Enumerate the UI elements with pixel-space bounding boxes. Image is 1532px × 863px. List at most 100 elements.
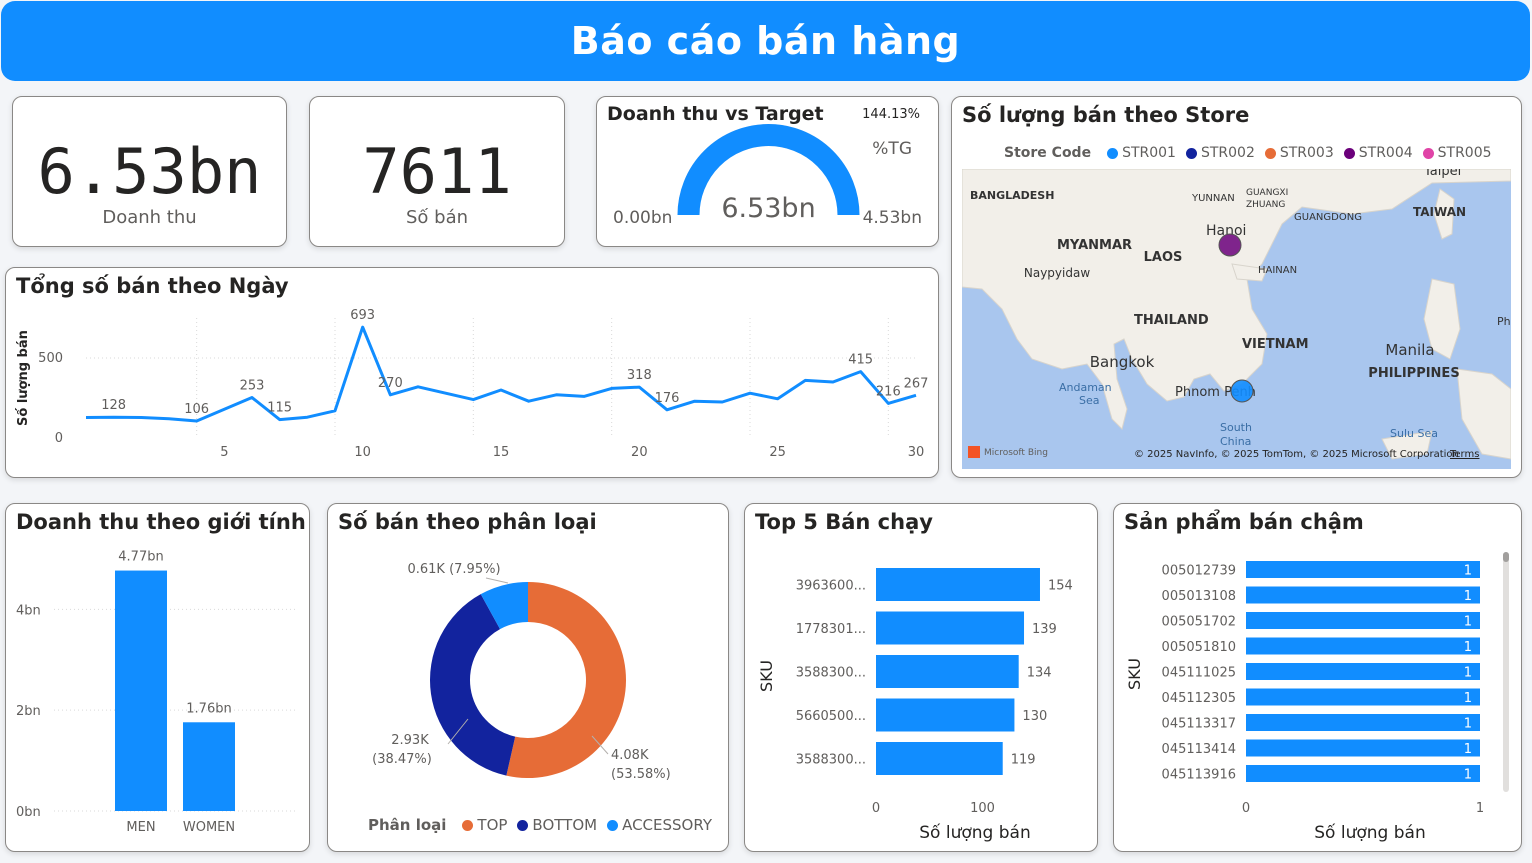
slow-bar[interactable] [1246, 714, 1480, 731]
category-card[interactable]: Số bán theo phân loại 4.08K (53.58%) 2.93K… [327, 503, 729, 852]
daily-sales-chart[interactable]: Số lượng bán 0 500 5 10 15 20 25 30 128 106 253115… [6, 268, 939, 478]
slow-bar[interactable] [1246, 561, 1480, 578]
map-place-label: Ph [1497, 315, 1511, 328]
top5-category-label: 3588300... [796, 666, 866, 681]
slow-bar[interactable] [1246, 765, 1480, 782]
top5-chart[interactable]: SKU Số lượng bán 0 100 3963600... 154 177830… [745, 504, 1098, 852]
map-place-label: LAOS [1144, 250, 1183, 265]
store-legend-dot [1185, 147, 1197, 159]
store-legend-label[interactable]: STR004 [1359, 145, 1413, 161]
top5-bar[interactable] [876, 742, 1003, 775]
slow-xtick: 1 [1476, 801, 1484, 816]
category-legend-dot [462, 819, 474, 831]
map-place-label: Sea [1079, 394, 1100, 407]
slow-category-label: 045113414 [1162, 742, 1236, 757]
map-place-label: Manila [1385, 341, 1434, 359]
slow-data-label: 1 [1464, 640, 1472, 655]
slow-bar[interactable] [1246, 663, 1480, 680]
slow-bar[interactable] [1246, 739, 1480, 757]
slow-xtick: 0 [1242, 801, 1250, 816]
slow-category-label: 045111025 [1162, 666, 1236, 681]
category-legend-dot [607, 819, 619, 831]
kpi-card-sales[interactable]: 7611 Số bán [309, 96, 565, 247]
map-place-label: THAILAND [1134, 313, 1209, 328]
store-legend-label[interactable]: STR002 [1201, 145, 1255, 161]
daily-data-label: 415 [848, 353, 873, 368]
category-donut-chart[interactable]: 4.08K (53.58%) 2.93K (38.47%) 0.61K (7.95%) [328, 504, 729, 852]
category-legend-label[interactable]: BOTTOM [532, 816, 597, 834]
slow-data-label: 1 [1464, 742, 1472, 757]
gender-data-label: 4.77bn [118, 550, 163, 565]
map-place-label: Bangkok [1090, 353, 1155, 371]
top5-bar[interactable] [876, 698, 1015, 732]
daily-ytick: 0 [55, 431, 63, 446]
daily-data-label: 128 [101, 398, 126, 413]
slow-data-label: 1 [1464, 717, 1472, 732]
daily-xtick: 5 [220, 445, 228, 460]
kpi-sales-label: Số bán [405, 207, 469, 228]
store-bubble-str004[interactable] [1218, 233, 1242, 257]
slow-category-label: 005013108 [1162, 589, 1236, 604]
category-leader-line [485, 577, 509, 584]
map-place-label: GUANGXI [1246, 188, 1288, 198]
slow-bar[interactable] [1246, 688, 1480, 706]
slow-scrollbar-thumb[interactable] [1503, 552, 1509, 562]
top5-bar[interactable] [876, 611, 1025, 645]
map-place-label: MYANMAR [1057, 238, 1132, 253]
store-map-title: Số lượng bán theo Store [962, 103, 1250, 127]
daily-xtick: 10 [354, 445, 371, 460]
map-place-label: VIETNAM [1242, 337, 1309, 352]
map-terms-link[interactable]: Terms [1449, 449, 1479, 460]
daily-data-label: 270 [378, 376, 403, 391]
gender-data-label: 1.76bn [186, 701, 231, 716]
store-map[interactable]: BANGLADESH YUNNAN GUANGXI ZHUANG GUANGDONG Ta… [962, 169, 1511, 469]
daily-sales-card[interactable]: Tổng số bán theo Ngày Số lượng bán 0 500 5… [5, 267, 939, 478]
store-map-card[interactable]: Số lượng bán theo Store Store Code STR00… [951, 96, 1522, 478]
store-map-legend: Store Code STR001 STR002 STR003 STR004 STR00… [1004, 145, 1492, 161]
store-legend-label[interactable]: STR005 [1438, 145, 1492, 161]
top5-card[interactable]: Top 5 Bán chạy SKU Số lượng bán 0 100 3963… [744, 503, 1098, 852]
category-data-label: 4.08K [611, 748, 649, 763]
gender-ytick: 0bn [16, 805, 41, 820]
map-place-label: Taipei [1423, 169, 1461, 179]
category-legend-title: Phân loại [368, 816, 447, 834]
top5-bar[interactable] [876, 655, 1019, 688]
gauge-card[interactable]: Doanh thu vs Target 144.13% %TG 6.53bn 0… [596, 96, 939, 247]
gender-category-label: WOMEN [183, 820, 235, 835]
gender-ytick: 2bn [16, 704, 41, 719]
map-place-label: YUNNAN [1191, 193, 1235, 204]
slow-category-label: 045113317 [1162, 717, 1236, 732]
slow-bar[interactable] [1246, 612, 1480, 629]
top5-bar[interactable] [876, 568, 1040, 601]
gender-bar[interactable] [183, 722, 235, 811]
slow-category-label: 005051702 [1162, 615, 1236, 630]
slow-card[interactable]: Sản phẩm bán chậm SKU Số lượng bán 0 1 005… [1113, 503, 1522, 852]
gender-card[interactable]: Doanh thu theo giới tính 0bn 2bn 4bn 4.77bn… [5, 503, 310, 852]
map-place-label: GUANGDONG [1294, 212, 1362, 223]
slow-data-label: 1 [1464, 589, 1472, 604]
store-legend-label[interactable]: STR003 [1280, 145, 1334, 161]
daily-xtick: 25 [769, 445, 786, 460]
slow-bar[interactable] [1246, 586, 1480, 604]
gender-category-label: MEN [126, 820, 155, 835]
store-legend-dot [1422, 147, 1434, 159]
bing-logo [968, 446, 980, 458]
map-place-label: South [1220, 421, 1252, 434]
category-legend-label[interactable]: TOP [477, 816, 507, 834]
daily-data-label: 693 [350, 308, 375, 323]
slow-data-label: 1 [1464, 666, 1472, 681]
store-bubble-str001[interactable] [1230, 379, 1254, 403]
category-legend-label[interactable]: ACCESSORY [622, 816, 712, 834]
slow-scrollbar[interactable] [1503, 552, 1509, 792]
top5-xtick: 100 [970, 801, 995, 816]
slow-bar[interactable] [1246, 637, 1480, 655]
category-legend-dot [517, 819, 529, 831]
kpi-card-revenue[interactable]: 6.53bn Doanh thu [12, 96, 287, 247]
slow-chart[interactable]: SKU Số lượng bán 0 1 005012739 1 005013108 1 0… [1114, 504, 1522, 852]
store-legend-label[interactable]: STR001 [1122, 145, 1176, 161]
gender-bar[interactable] [115, 570, 167, 811]
daily-line[interactable] [85, 325, 917, 423]
map-place-label: PHILIPPINES [1368, 366, 1459, 381]
gender-chart[interactable]: 0bn 2bn 4bn 4.77bn MEN 1.76bn WOMEN [6, 504, 310, 852]
slow-category-label: 045112305 [1162, 691, 1236, 706]
